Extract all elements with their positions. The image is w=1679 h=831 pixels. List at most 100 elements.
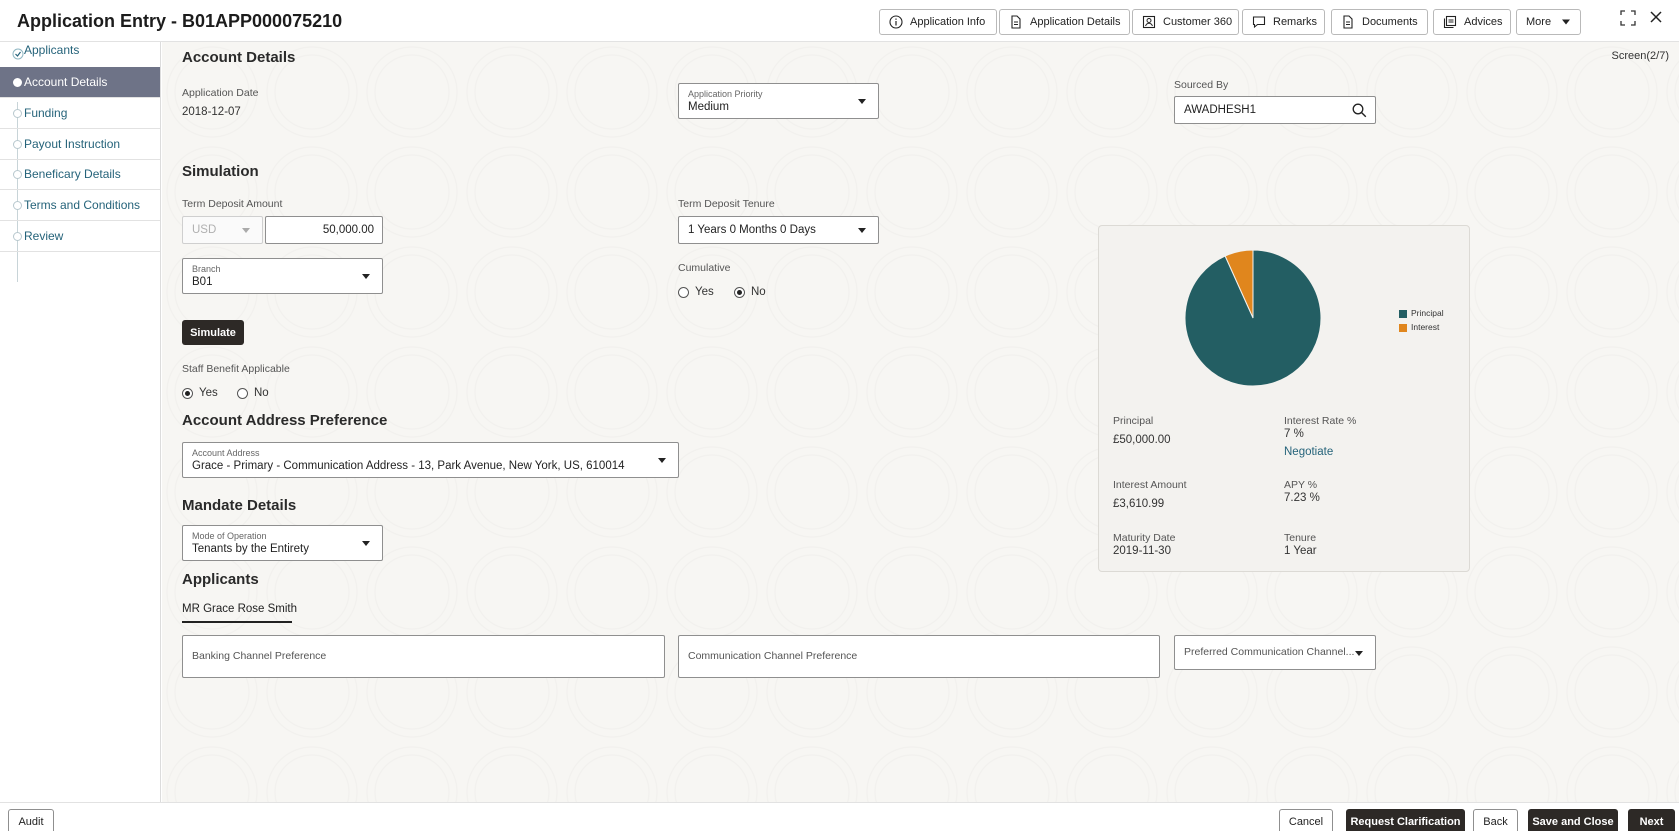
step-account-details[interactable]: Account Details	[0, 67, 160, 98]
step-funding-label: Funding	[24, 106, 68, 120]
legend-swatch-principal	[1399, 310, 1407, 318]
more-menu-button[interactable]: More	[1516, 9, 1581, 35]
step-applicants-label: Applicants	[24, 43, 80, 57]
principal-value: £50,000.00	[1113, 434, 1171, 446]
back-button[interactable]: Back	[1473, 809, 1518, 831]
sourced-by-value: AWADHESH1	[1184, 104, 1256, 116]
preferred-channel-placeholder: Preferred Communication Channel...	[1184, 646, 1355, 658]
applicant-tab[interactable]: MR Grace Rose Smith	[182, 603, 297, 615]
chevron-down-icon	[242, 228, 250, 233]
documents-button[interactable]: Documents	[1331, 9, 1428, 35]
mode-of-operation-value: Tenants by the Entirety	[192, 543, 309, 555]
search-icon[interactable]	[1352, 103, 1367, 118]
application-priority-caption: Application Priority	[688, 89, 763, 99]
banking-channel-preference-input[interactable]: Banking Channel Preference	[182, 635, 665, 678]
page-title: Application Entry - B01APP000075210	[17, 11, 343, 31]
more-label: More	[1526, 16, 1552, 28]
cumulative-yes-radio[interactable]	[678, 287, 689, 298]
interest-rate-value: 7 %	[1284, 428, 1304, 440]
remarks-label: Remarks	[1273, 16, 1318, 28]
cumulative-no-label: No	[751, 286, 766, 298]
application-priority-select[interactable]: Application Priority Medium	[678, 83, 879, 119]
step-terms-and-conditions-label: Terms and Conditions	[24, 198, 141, 212]
tenure-value: 1 Year	[1284, 545, 1317, 557]
currency-value: USD	[192, 224, 217, 236]
step-beneficiary-details-label: Beneficary Details	[24, 167, 121, 181]
person-card-icon	[1142, 15, 1156, 29]
staff-benefit-no-radio[interactable]	[237, 388, 248, 399]
mode-of-operation-select[interactable]: Mode of Operation Tenants by the Entiret…	[182, 525, 383, 561]
remarks-button[interactable]: Remarks	[1242, 9, 1325, 35]
chevron-down-icon	[858, 228, 866, 233]
step-beneficiary-details[interactable]: Beneficary Details	[0, 159, 160, 190]
maturity-date-value: 2019-11-30	[1113, 545, 1171, 557]
step-dot	[13, 140, 22, 149]
maximize-icon[interactable]	[1620, 10, 1636, 31]
step-review[interactable]: Review	[0, 221, 160, 252]
stack-icon	[1443, 15, 1457, 29]
tab-underline	[182, 621, 292, 623]
account-address-select[interactable]: Account Address Grace - Primary - Commun…	[182, 442, 679, 478]
step-payout-instruction[interactable]: Payout Instruction	[0, 129, 160, 160]
customer-360-button[interactable]: Customer 360	[1132, 9, 1239, 35]
step-dot	[13, 78, 22, 87]
currency-select[interactable]: USD	[182, 216, 263, 244]
simulate-button[interactable]: Simulate	[182, 320, 244, 345]
branch-select[interactable]: Branch B01	[182, 258, 383, 294]
cancel-button[interactable]: Cancel	[1279, 809, 1333, 831]
customer-360-label: Customer 360	[1163, 16, 1233, 28]
communication-channel-placeholder: Communication Channel Preference	[688, 650, 858, 662]
application-details-label: Application Details	[1030, 16, 1121, 28]
section-title-address: Account Address Preference	[182, 412, 388, 429]
chevron-down-icon	[362, 541, 370, 546]
chevron-down-icon	[362, 274, 370, 279]
close-icon[interactable]	[1649, 10, 1663, 29]
mode-of-operation-caption: Mode of Operation	[192, 531, 267, 541]
step-funding[interactable]: Funding	[0, 98, 160, 129]
simulation-summary-card: Principal Interest Principal £50,000.00 …	[1098, 225, 1470, 572]
negotiate-link[interactable]: Negotiate	[1284, 446, 1333, 458]
main-content: Screen(2/7) Account Details Application …	[162, 42, 1679, 802]
staff-benefit-label: Staff Benefit Applicable	[182, 363, 290, 375]
tenure-label: Tenure	[1284, 532, 1317, 544]
step-terms-and-conditions[interactable]: Terms and Conditions	[0, 190, 160, 221]
application-details-button[interactable]: Application Details	[999, 9, 1130, 35]
term-deposit-tenure-select[interactable]: 1 Years 0 Months 0 Days	[678, 216, 879, 244]
term-deposit-tenure-value: 1 Years 0 Months 0 Days	[688, 224, 816, 236]
audit-button[interactable]: Audit	[8, 809, 54, 831]
chevron-down-icon	[658, 458, 666, 463]
communication-channel-preference-input[interactable]: Communication Channel Preference	[678, 635, 1160, 678]
screen-indicator: Screen(2/7)	[1611, 50, 1669, 62]
application-info-button[interactable]: Application Info	[879, 9, 997, 35]
apy-label: APY %	[1284, 479, 1318, 491]
term-deposit-amount-value: 50,000.00	[322, 224, 374, 236]
step-payout-instruction-label: Payout Instruction	[24, 137, 121, 151]
section-title-mandate: Mandate Details	[182, 497, 297, 514]
term-deposit-amount-input[interactable]: 50,000.00	[265, 216, 383, 244]
account-address-caption: Account Address	[192, 448, 260, 458]
branch-caption: Branch	[192, 264, 221, 274]
term-deposit-amount-label: Term Deposit Amount	[182, 198, 283, 210]
chat-icon	[1252, 16, 1266, 29]
sourced-by-label: Sourced By	[1174, 79, 1229, 91]
interest-amount-value: £3,610.99	[1113, 498, 1165, 510]
interest-rate-label: Interest Rate %	[1284, 415, 1357, 427]
request-clarification-button[interactable]: Request Clarification	[1346, 809, 1465, 831]
advices-button[interactable]: Advices	[1433, 9, 1511, 35]
sourced-by-input[interactable]: AWADHESH1	[1174, 96, 1376, 124]
application-date-label: Application Date	[182, 87, 259, 99]
staff-benefit-yes-radio[interactable]	[182, 388, 193, 399]
document-icon	[1011, 15, 1021, 29]
branch-value: B01	[192, 276, 213, 288]
legend-label-principal: Principal	[1411, 308, 1444, 318]
step-dot	[13, 232, 22, 241]
preferred-communication-channel-select[interactable]: Preferred Communication Channel...	[1174, 635, 1376, 670]
pie-chart	[1184, 249, 1322, 387]
next-button[interactable]: Next	[1628, 809, 1675, 831]
cumulative-no-radio[interactable]	[734, 287, 745, 298]
account-address-value: Grace - Primary - Communication Address …	[192, 460, 625, 472]
save-and-close-button[interactable]: Save and Close	[1528, 809, 1618, 831]
apy-value: 7.23 %	[1284, 492, 1320, 504]
documents-label: Documents	[1362, 16, 1418, 28]
application-date-value: 2018-12-07	[182, 106, 241, 118]
